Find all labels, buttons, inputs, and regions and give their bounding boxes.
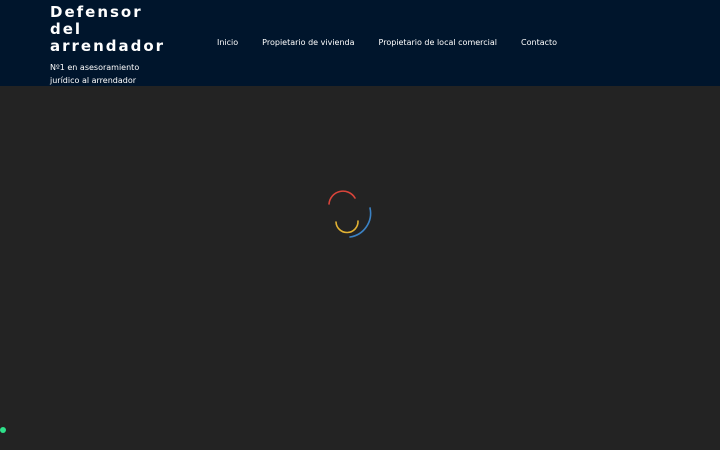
nav-item-propietario-local[interactable]: Propietario de local comercial bbox=[379, 36, 498, 50]
brand: Defensor del arrendador Nº1 en asesorami… bbox=[50, 4, 190, 87]
nav-item-inicio[interactable]: Inicio bbox=[217, 36, 238, 50]
site-tagline: Nº1 en asesoramiento jurídico al arrenda… bbox=[50, 63, 140, 85]
nav-item-contacto[interactable]: Contacto bbox=[521, 36, 557, 50]
site-title[interactable]: Defensor del arrendador bbox=[50, 4, 175, 55]
spinner-arc-yellow bbox=[335, 220, 359, 234]
nav-item-propietario-vivienda[interactable]: Propietario de vivienda bbox=[262, 36, 354, 50]
main-nav: Inicio Propietario de vivienda Propietar… bbox=[217, 36, 557, 50]
site-header: Defensor del arrendador Nº1 en asesorami… bbox=[0, 0, 720, 86]
page-content bbox=[0, 86, 720, 450]
spinner-arc-blue bbox=[349, 207, 372, 238]
loading-spinner-icon bbox=[328, 190, 372, 238]
spinner-arc-red bbox=[328, 190, 356, 205]
status-dot-icon bbox=[0, 427, 6, 433]
